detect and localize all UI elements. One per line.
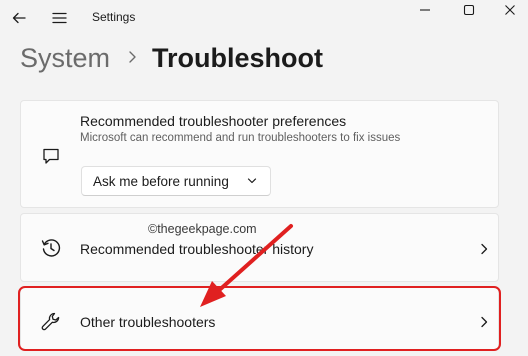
maximize-icon — [463, 4, 475, 16]
troubleshooter-preference-dropdown[interactable]: Ask me before running — [81, 166, 271, 196]
title-bar: Settings — [0, 0, 528, 36]
navigation-menu-button[interactable] — [46, 6, 72, 30]
close-icon — [504, 5, 515, 15]
breadcrumb-separator — [128, 47, 137, 70]
dropdown-selected-value: Ask me before running — [93, 173, 229, 189]
breadcrumb: System Troubleshoot — [20, 40, 323, 76]
back-button[interactable] — [6, 6, 32, 30]
history-title: Recommended troubleshooter history — [80, 241, 314, 257]
chat-message-icon — [39, 144, 63, 168]
minimize-icon — [420, 9, 430, 11]
app-title: Settings — [92, 10, 136, 24]
troubleshooter-preferences-card: Recommended troubleshooter preferences M… — [20, 100, 499, 208]
preferences-title: Recommended troubleshooter preferences — [80, 113, 347, 129]
preferences-description: Microsoft can recommend and run troubles… — [80, 132, 401, 144]
back-arrow-icon — [12, 12, 26, 24]
hamburger-menu-icon — [51, 12, 67, 24]
minimize-button[interactable] — [403, 0, 447, 20]
watermark: ©thegeekpage.com — [148, 222, 257, 236]
chevron-down-icon — [247, 178, 257, 184]
other-troubleshooters-card[interactable]: Other troubleshooters — [20, 286, 499, 350]
chevron-right-icon — [129, 50, 136, 63]
history-icon — [39, 236, 63, 260]
other-troubleshooters-title: Other troubleshooters — [80, 314, 216, 330]
page-title: Troubleshoot — [152, 42, 324, 73]
troubleshooter-history-card[interactable]: Recommended troubleshooter history — [20, 213, 499, 282]
breadcrumb-system-link[interactable]: System — [20, 43, 110, 74]
chevron-right-icon — [478, 242, 490, 256]
chevron-right-icon — [478, 315, 490, 329]
close-button[interactable] — [491, 0, 528, 20]
maximize-button[interactable] — [449, 0, 489, 20]
wrench-icon — [39, 310, 63, 334]
